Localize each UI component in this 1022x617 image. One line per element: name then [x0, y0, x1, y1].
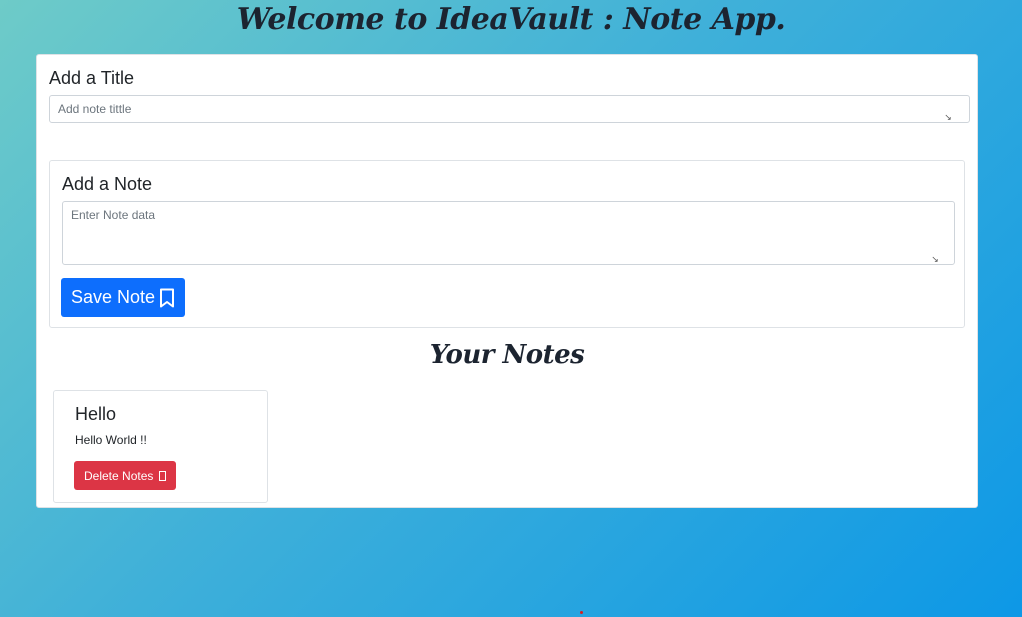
title-input[interactable]	[49, 95, 970, 123]
bookmark-icon	[159, 288, 175, 308]
notes-heading: Your Notes	[429, 340, 585, 370]
note-input[interactable]	[62, 201, 955, 265]
trash-icon	[159, 470, 167, 481]
title-label: Add a Title	[49, 68, 135, 88]
delete-note-button[interactable]: Delete Notes	[74, 461, 177, 490]
note-form-card: Add a Title ↘ Add a Note ↘ Save Note You…	[36, 54, 978, 508]
resize-grip-icon[interactable]: ↘	[930, 254, 940, 264]
page-title: Welcome to IdeaVault : Note App.	[236, 2, 786, 37]
save-note-button[interactable]: Save Note	[61, 278, 186, 317]
stray-dot	[580, 611, 583, 614]
resize-grip-icon[interactable]: ↘	[943, 112, 953, 122]
save-note-label: Save Note	[71, 287, 156, 307]
note-card: Hello Hello World !! Delete Notes	[53, 390, 268, 503]
add-note-section: Add a Note ↘ Save Note	[49, 160, 965, 328]
note-label: Add a Note	[62, 174, 153, 194]
delete-note-label: Delete Notes	[84, 468, 154, 483]
note-card-body: Hello World !!	[75, 433, 147, 447]
note-card-title: Hello	[75, 404, 117, 424]
